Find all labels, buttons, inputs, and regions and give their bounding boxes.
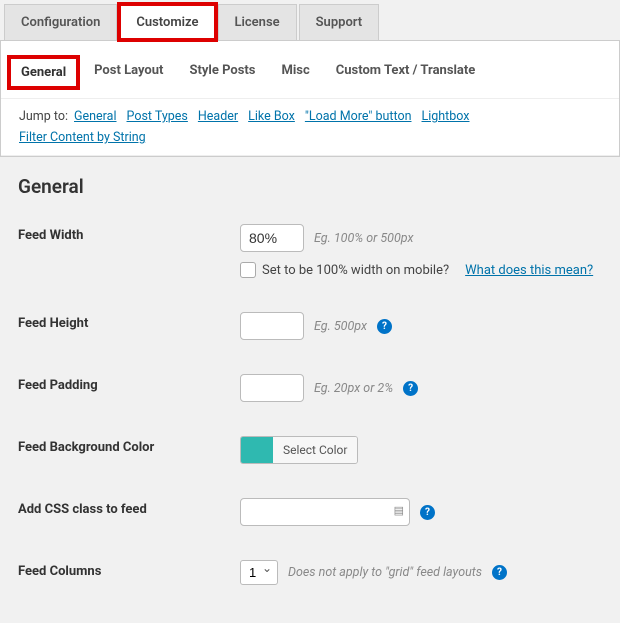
customize-panel: General Post Layout Style Posts Misc Cus… bbox=[0, 40, 620, 157]
jumpto-lightbox[interactable]: Lightbox bbox=[422, 109, 470, 124]
tab-customize[interactable]: Customize bbox=[119, 4, 215, 40]
help-icon[interactable]: ? bbox=[377, 319, 392, 334]
checkbox-mobile-width[interactable] bbox=[240, 262, 256, 278]
subtab-custom-text[interactable]: Custom Text / Translate bbox=[326, 57, 486, 88]
input-feed-width[interactable] bbox=[240, 224, 304, 252]
row-css-class: Add CSS class to feed ▤ ? bbox=[18, 498, 602, 526]
label-feed-width: Feed Width bbox=[18, 224, 240, 243]
label-feed-height: Feed Height bbox=[18, 312, 240, 331]
jumpto-general[interactable]: General bbox=[74, 109, 117, 124]
hint-feed-width: Eg. 100% or 500px bbox=[314, 231, 414, 246]
jumpto-header[interactable]: Header bbox=[198, 109, 238, 124]
jumpto-load-more[interactable]: "Load More" button bbox=[305, 109, 412, 124]
help-icon[interactable]: ? bbox=[403, 381, 418, 396]
hint-feed-columns: Does not apply to "grid" feed layouts bbox=[288, 565, 482, 580]
input-css-class[interactable] bbox=[240, 498, 410, 526]
checkbox-mobile-width-label: Set to be 100% width on mobile? bbox=[262, 263, 449, 278]
row-feed-height: Feed Height Eg. 500px ? bbox=[18, 312, 602, 340]
color-picker-label: Select Color bbox=[273, 437, 357, 463]
label-feed-columns: Feed Columns bbox=[18, 560, 240, 579]
jumpto-filter[interactable]: Filter Content by String bbox=[19, 130, 146, 145]
contact-icon: ▤ bbox=[394, 504, 404, 517]
tab-configuration[interactable]: Configuration bbox=[4, 4, 117, 40]
input-feed-padding[interactable] bbox=[240, 374, 304, 402]
label-feed-padding: Feed Padding bbox=[18, 374, 240, 393]
row-feed-columns: Feed Columns 1 Does not apply to "grid" … bbox=[18, 560, 602, 585]
label-css-class: Add CSS class to feed bbox=[18, 498, 240, 517]
jumpto-label: Jump to: bbox=[19, 109, 68, 124]
input-feed-height[interactable] bbox=[240, 312, 304, 340]
row-feed-padding: Feed Padding Eg. 20px or 2% ? bbox=[18, 374, 602, 402]
color-swatch bbox=[241, 437, 273, 463]
help-icon[interactable]: ? bbox=[492, 565, 507, 580]
subtab-style-posts[interactable]: Style Posts bbox=[179, 57, 265, 88]
general-section: General Feed Width Eg. 100% or 500px Set… bbox=[0, 157, 620, 623]
row-feed-bg-color: Feed Background Color Select Color bbox=[18, 436, 602, 464]
subtab-misc[interactable]: Misc bbox=[271, 57, 319, 88]
section-title: General bbox=[18, 175, 602, 198]
label-feed-bg-color: Feed Background Color bbox=[18, 436, 240, 455]
row-feed-width: Feed Width Eg. 100% or 500px Set to be 1… bbox=[18, 224, 602, 278]
secondary-tabs: General Post Layout Style Posts Misc Cus… bbox=[1, 41, 619, 99]
primary-tabs: Configuration Customize License Support bbox=[0, 0, 620, 40]
select-feed-columns[interactable]: 1 bbox=[240, 560, 278, 585]
tab-license[interactable]: License bbox=[218, 4, 297, 40]
hint-feed-padding: Eg. 20px or 2% bbox=[314, 381, 393, 396]
jumpto-post-types[interactable]: Post Types bbox=[127, 109, 188, 124]
color-picker[interactable]: Select Color bbox=[240, 436, 358, 464]
tab-support[interactable]: Support bbox=[299, 4, 380, 40]
subtab-general[interactable]: General bbox=[9, 57, 78, 88]
link-what-does-this-mean[interactable]: What does this mean? bbox=[465, 263, 593, 278]
jumpto-like-box[interactable]: Like Box bbox=[248, 109, 295, 124]
jumpto-bar: Jump to: General Post Types Header Like … bbox=[1, 99, 619, 156]
help-icon[interactable]: ? bbox=[420, 505, 435, 520]
hint-feed-height: Eg. 500px bbox=[314, 319, 367, 334]
subtab-post-layout[interactable]: Post Layout bbox=[84, 57, 173, 88]
